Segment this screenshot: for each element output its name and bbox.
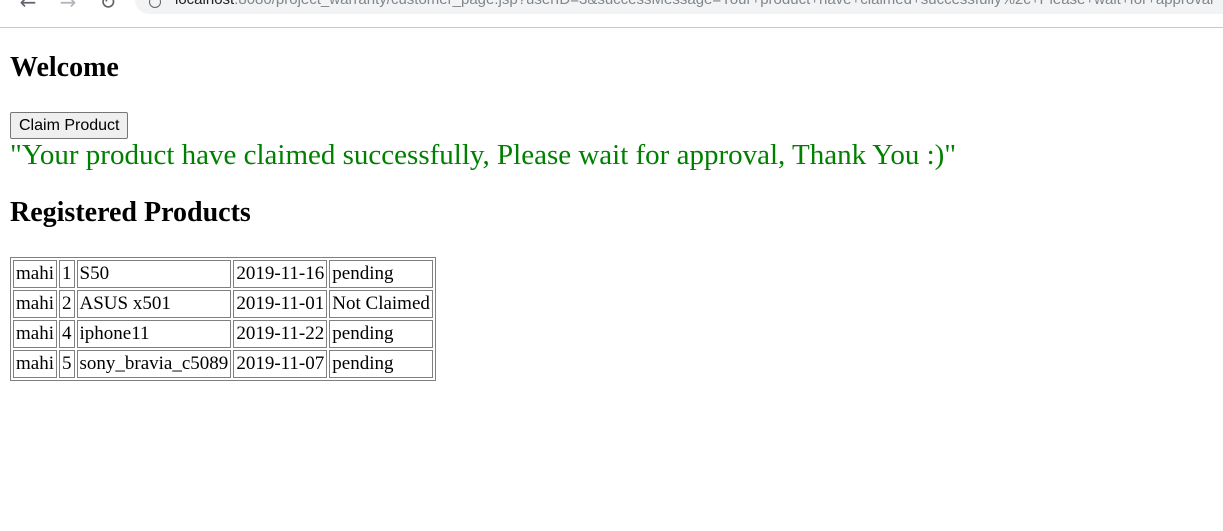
- status-cell: Not Claimed: [329, 290, 433, 318]
- product-id-cell: 4: [59, 320, 75, 348]
- success-message: "Your product have claimed successfully,…: [10, 139, 957, 171]
- table-row: mahi 5 sony_bravia_c5089 2019-11-07 pending: [13, 350, 433, 378]
- date-cell: 2019-11-01: [233, 290, 328, 318]
- date-cell: 2019-11-07: [233, 350, 328, 378]
- url-text[interactable]: localhost:8080/project_warranty/customer…: [175, 0, 1213, 8]
- address-bar[interactable]: localhost:8080/project_warranty/customer…: [135, 0, 1223, 14]
- date-cell: 2019-11-22: [233, 320, 328, 348]
- product-name-cell: S50: [76, 260, 232, 288]
- url-path: :8080/project_warranty/customer_page.jsp…: [234, 0, 1213, 8]
- back-arrow-icon[interactable]: ←: [16, 0, 40, 14]
- info-icon[interactable]: [149, 0, 161, 8]
- browser-toolbar: ← → ↻ localhost:8080/project_warranty/cu…: [0, 0, 1223, 28]
- product-id-cell: 2: [59, 290, 75, 318]
- registered-products-heading: Registered Products: [10, 197, 251, 228]
- product-id-cell: 1: [59, 260, 75, 288]
- claim-product-button[interactable]: Claim Product: [10, 112, 129, 139]
- table-row: mahi 4 iphone11 2019-11-22 pending: [13, 320, 433, 348]
- status-cell: pending: [329, 350, 433, 378]
- status-cell: pending: [329, 320, 433, 348]
- customer-name-cell: mahi: [13, 290, 57, 318]
- status-cell: pending: [329, 260, 433, 288]
- table-row: mahi 2 ASUS x501 2019-11-01 Not Claimed: [13, 290, 433, 318]
- table-row: mahi 1 S50 2019-11-16 pending: [13, 260, 433, 288]
- date-cell: 2019-11-16: [233, 260, 328, 288]
- reload-icon[interactable]: ↻: [96, 0, 120, 14]
- product-name-cell: iphone11: [76, 320, 232, 348]
- url-host: localhost: [175, 0, 234, 8]
- customer-name-cell: mahi: [13, 260, 57, 288]
- product-name-cell: ASUS x501: [76, 290, 232, 318]
- customer-name-cell: mahi: [13, 320, 57, 348]
- registered-products-table: mahi 1 S50 2019-11-16 pending mahi 2 ASUS x501 2…: [10, 257, 436, 381]
- welcome-heading: Welcome: [10, 52, 119, 83]
- product-name-cell: sony_bravia_c5089: [76, 350, 232, 378]
- product-id-cell: 5: [59, 350, 75, 378]
- customer-name-cell: mahi: [13, 350, 57, 378]
- forward-arrow-icon[interactable]: →: [56, 0, 80, 14]
